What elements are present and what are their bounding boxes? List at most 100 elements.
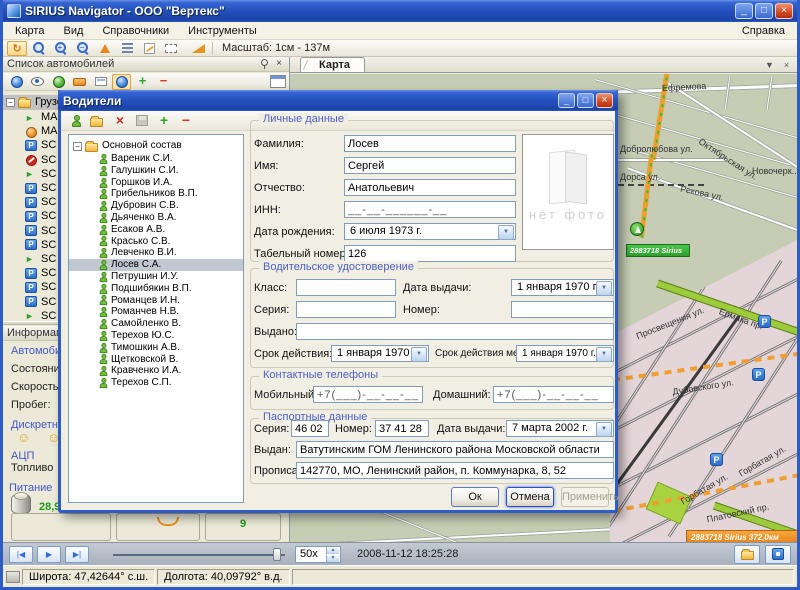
- expand-icon[interactable]: [154, 113, 174, 129]
- globe-green-icon[interactable]: [49, 74, 68, 90]
- home-phone-field[interactable]: [493, 386, 614, 403]
- dialog-title-bar[interactable]: Водители _ □ ×: [58, 90, 618, 111]
- edit-icon[interactable]: [139, 41, 159, 56]
- menu-item-help[interactable]: Справка: [734, 23, 793, 39]
- passport-number-field[interactable]: [375, 420, 429, 437]
- add-group-icon[interactable]: [88, 113, 108, 129]
- pin-icon[interactable]: [258, 58, 270, 70]
- passport-issue-date-combo[interactable]: 7 марта 2002 г.: [506, 420, 614, 437]
- home-icon[interactable]: [95, 41, 115, 56]
- follow-icon[interactable]: [112, 74, 131, 90]
- Петрушин И.У.[interactable]: Петрушин И.У.: [69, 271, 243, 283]
- zoom-out-icon[interactable]: [73, 41, 93, 56]
- Щетковской В.[interactable]: Щетковской В.: [69, 354, 243, 366]
- license-number-field[interactable]: [511, 301, 614, 318]
- parking-marker[interactable]: P: [752, 368, 765, 381]
- Дьяченко В.А.[interactable]: Дьяченко В.А.: [69, 212, 243, 224]
- apply-button[interactable]: Применить: [561, 487, 609, 507]
- parking-marker[interactable]: P: [710, 453, 723, 466]
- employee-no-field[interactable]: [344, 245, 516, 262]
- firstname-field[interactable]: [344, 157, 516, 174]
- eye-icon[interactable]: [28, 74, 47, 90]
- address-field[interactable]: [296, 462, 614, 479]
- window-layout-icon[interactable]: [270, 75, 286, 88]
- close-button[interactable]: ×: [775, 3, 793, 19]
- Романчев Н.В.[interactable]: Романчев Н.В.: [69, 306, 243, 318]
- add-icon[interactable]: [133, 74, 152, 90]
- card-icon[interactable]: [91, 74, 110, 90]
- timeline-slider[interactable]: [113, 546, 285, 563]
- print-button[interactable]: [734, 545, 760, 564]
- measure-icon[interactable]: [188, 41, 208, 56]
- Дубровин С.В.[interactable]: Дубровин С.В.: [69, 200, 243, 212]
- map-close-icon[interactable]: ×: [780, 60, 793, 72]
- license-issued-by-field[interactable]: [296, 323, 614, 340]
- Галушкин С.И.[interactable]: Галушкин С.И.: [69, 165, 243, 177]
- license-series-field[interactable]: [296, 301, 396, 318]
- parking-marker[interactable]: P: [758, 315, 771, 328]
- collapse-icon[interactable]: −: [6, 98, 15, 107]
- Терехов Ю.С.[interactable]: Терехов Ю.С.: [69, 330, 243, 342]
- Кравченко И.А.[interactable]: Кравченко И.А.: [69, 365, 243, 377]
- drivers-group-row[interactable]: − Основной состав: [69, 139, 243, 153]
- vehicle-marker[interactable]: [630, 222, 644, 236]
- chevron-down-icon[interactable]: ▼: [763, 60, 776, 72]
- menu-item[interactable]: Справочники: [94, 23, 177, 39]
- license-valid-combo[interactable]: 1 января 1970 г.: [331, 345, 429, 362]
- next-icon[interactable]: ▶|: [65, 546, 89, 563]
- menu-item[interactable]: Карта: [7, 23, 52, 39]
- ok-button[interactable]: Ок: [451, 487, 499, 507]
- layers-icon[interactable]: [117, 41, 137, 56]
- license-class-field[interactable]: [296, 279, 396, 296]
- map-tab[interactable]: Карта: [300, 57, 365, 72]
- pan-icon[interactable]: [7, 41, 27, 56]
- Вареник С.И.[interactable]: Вареник С.И.: [69, 153, 243, 165]
- menu-item[interactable]: Вид: [56, 23, 92, 39]
- collapse-icon[interactable]: [176, 113, 196, 129]
- maximize-button[interactable]: □: [755, 3, 773, 19]
- play-icon[interactable]: ▶: [37, 546, 61, 563]
- Левченко В.И.[interactable]: Левченко В.И.: [69, 247, 243, 259]
- globe-icon[interactable]: [7, 74, 26, 90]
- parking-toggle-button[interactable]: [765, 545, 791, 564]
- add-driver-icon[interactable]: [66, 113, 86, 129]
- remove-icon[interactable]: [154, 74, 173, 90]
- panel-close-icon[interactable]: ×: [273, 58, 285, 70]
- mobile-field[interactable]: [313, 386, 423, 403]
- zoom-in-icon[interactable]: [51, 41, 71, 56]
- Подшибякин В.П.[interactable]: Подшибякин В.П.: [69, 283, 243, 295]
- truck-icon[interactable]: [70, 74, 89, 90]
- med-valid-combo[interactable]: 1 января 1970 г.: [516, 345, 614, 362]
- dialog-maximize-button[interactable]: □: [577, 93, 594, 108]
- Лосев С.А.[interactable]: Лосев С.А.: [69, 259, 243, 271]
- middlename-field[interactable]: [344, 179, 516, 196]
- dialog-minimize-button[interactable]: _: [558, 93, 575, 108]
- passport-series-field[interactable]: [291, 420, 329, 437]
- title-bar[interactable]: SIRIUS Navigator - ООО "Вертекс" _ □ ×: [3, 0, 797, 22]
- Романцев И.Н.[interactable]: Романцев И.Н.: [69, 295, 243, 307]
- dialog-close-button[interactable]: ×: [596, 93, 613, 108]
- license-issue-date-combo[interactable]: 1 января 1970 г.: [511, 279, 614, 296]
- zoom-icon[interactable]: [29, 41, 49, 56]
- save-icon[interactable]: [132, 113, 152, 129]
- Грибельников В.П.[interactable]: Грибельников В.П.: [69, 188, 243, 200]
- passport-issued-by-field[interactable]: [296, 441, 614, 458]
- Терехов С.П.[interactable]: Терехов С.П.: [69, 377, 243, 389]
- delete-icon[interactable]: [110, 113, 130, 129]
- Тимошкин А.В.[interactable]: Тимошкин А.В.: [69, 342, 243, 354]
- slider-handle[interactable]: [273, 548, 281, 561]
- lastname-field[interactable]: [344, 135, 516, 152]
- speed-spinner[interactable]: 50x: [295, 546, 341, 563]
- cancel-button[interactable]: Отмена: [506, 487, 554, 507]
- minimize-button[interactable]: _: [735, 3, 753, 19]
- collapse-icon[interactable]: −: [73, 142, 82, 151]
- select-area-icon[interactable]: [161, 41, 181, 56]
- Есаков А.В.[interactable]: Есаков А.В.: [69, 224, 243, 236]
- inn-field[interactable]: [344, 201, 516, 218]
- menu-item[interactable]: Инструменты: [180, 23, 265, 39]
- Самойленко В.[interactable]: Самойленко В.: [69, 318, 243, 330]
- birthdate-combo[interactable]: 6 июля 1973 г.: [344, 223, 516, 240]
- Красько С.В.[interactable]: Красько С.В.: [69, 236, 243, 248]
- previous-icon[interactable]: |◀: [9, 546, 33, 563]
- Горшков И.А.[interactable]: Горшков И.А.: [69, 177, 243, 189]
